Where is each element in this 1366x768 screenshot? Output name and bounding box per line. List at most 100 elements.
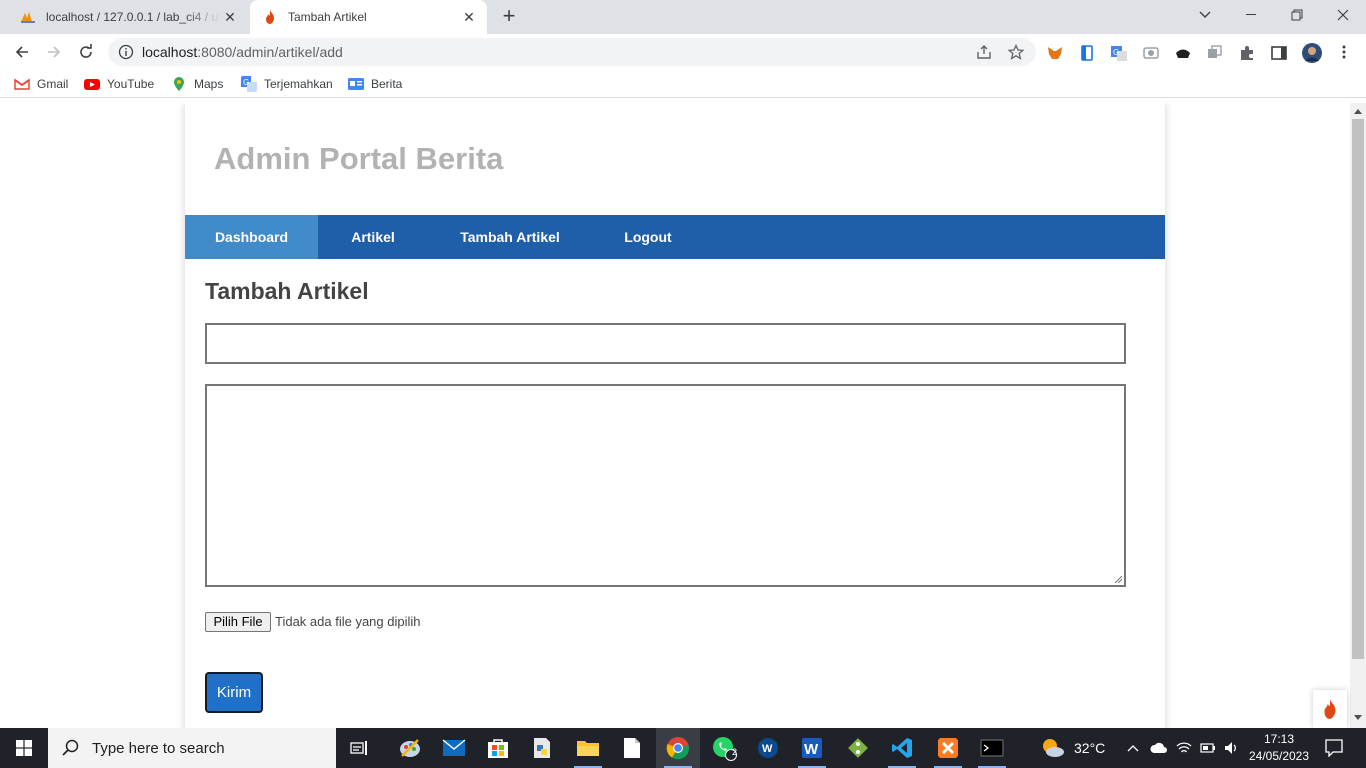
judul-input[interactable]	[205, 323, 1126, 364]
nav-artikel[interactable]: Artikel	[318, 215, 428, 259]
tab-groups-extension-icon[interactable]	[1206, 44, 1224, 62]
gmail-icon	[14, 78, 30, 90]
close-icon[interactable]: ✕	[459, 7, 479, 27]
reload-button[interactable]	[72, 38, 100, 66]
close-window-button[interactable]	[1320, 0, 1366, 30]
document-icon	[624, 738, 640, 758]
battery-icon[interactable]	[1200, 742, 1216, 754]
chrome-icon	[666, 737, 690, 760]
taskbar-xampp[interactable]	[926, 728, 970, 768]
taskbar-search[interactable]: Type here to search	[48, 728, 336, 768]
taskbar-vscode[interactable]	[880, 728, 924, 768]
svg-text:G: G	[243, 78, 249, 87]
taskbar-terminal[interactable]	[970, 728, 1014, 768]
screenshot-extension-icon[interactable]	[1142, 44, 1160, 62]
share-icon[interactable]	[976, 44, 992, 60]
scrollbar-thumb[interactable]	[1352, 119, 1364, 659]
taskbar-git[interactable]	[836, 728, 880, 768]
page-container: Admin Portal Berita Dashboard Artikel Ta…	[185, 103, 1165, 728]
bookmark-youtube[interactable]: YouTube	[84, 75, 154, 93]
weather-widget[interactable]: 32°C	[1040, 728, 1105, 768]
taskbar-word[interactable]: W	[790, 728, 834, 768]
isi-textarea[interactable]	[205, 384, 1126, 587]
minimize-button[interactable]	[1228, 0, 1274, 30]
reader-extension-icon[interactable]	[1078, 44, 1096, 62]
new-tab-button[interactable]: +	[498, 5, 520, 28]
taskbar-chrome[interactable]	[656, 728, 700, 768]
taskbar-python[interactable]	[520, 728, 564, 768]
chevron-up-icon[interactable]	[1126, 743, 1140, 753]
taskbar-notepad[interactable]	[610, 728, 654, 768]
paint-icon	[400, 739, 420, 757]
whatsapp-unread-badge: 2	[732, 747, 738, 757]
bookmark-terjemahkan[interactable]: G Terjemahkan	[241, 75, 333, 93]
translate-extension-icon[interactable]: G	[1110, 44, 1128, 62]
address-bar[interactable]: localhost:8080/admin/artikel/add	[108, 38, 1036, 66]
bookmark-gmail[interactable]: Gmail	[14, 75, 68, 93]
page-header: Admin Portal Berita	[185, 103, 1165, 215]
metamask-icon[interactable]	[1046, 44, 1064, 62]
back-button[interactable]	[8, 38, 36, 66]
extensions-puzzle-icon[interactable]	[1238, 44, 1256, 62]
chrome-menu-button[interactable]	[1330, 38, 1358, 66]
taskbar-mail[interactable]	[432, 728, 476, 768]
volume-icon[interactable]	[1224, 741, 1240, 755]
task-view-button[interactable]	[338, 728, 382, 768]
taskbar-clock[interactable]: 17:13 24/05/2023	[1246, 731, 1312, 765]
bookmark-label: Maps	[194, 77, 224, 91]
tab-title: localhost / 127.0.0.1 / lab_ci4 / us	[46, 10, 220, 24]
scroll-down-icon[interactable]	[1354, 715, 1362, 721]
restore-button[interactable]	[1274, 0, 1320, 30]
news-icon	[348, 78, 364, 90]
minimize-icon	[1246, 14, 1256, 15]
taskbar-whatsapp[interactable]: 2	[702, 728, 746, 768]
nav-dashboard[interactable]: Dashboard	[185, 215, 318, 259]
start-button[interactable]	[0, 728, 48, 768]
spy-extension-icon[interactable]	[1174, 44, 1192, 62]
browser-app-icon: W	[758, 738, 778, 758]
tab-phpmyadmin[interactable]: localhost / 127.0.0.1 / lab_ci4 / us ✕	[8, 0, 248, 34]
browser-toolbar: localhost:8080/admin/artikel/add G	[0, 34, 1366, 70]
more-vertical-icon	[1342, 45, 1346, 59]
taskbar-store[interactable]	[476, 728, 520, 768]
tab-search-button[interactable]	[1182, 0, 1228, 30]
choose-file-button[interactable]: Pilih File	[205, 612, 271, 632]
profile-avatar[interactable]	[1302, 43, 1322, 63]
close-icon[interactable]: ✕	[220, 7, 240, 27]
nav-tambah-artikel[interactable]: Tambah Artikel	[428, 215, 592, 259]
svg-text:G: G	[1113, 48, 1119, 57]
phpmyadmin-icon	[21, 12, 35, 23]
tab-tambah-artikel[interactable]: Tambah Artikel ✕	[250, 0, 487, 34]
taskbar-file-explorer[interactable]	[566, 728, 610, 768]
resize-handle-icon[interactable]	[1114, 575, 1122, 583]
clock-date: 24/05/2023	[1248, 749, 1310, 763]
debug-toolbar-toggle[interactable]	[1313, 690, 1347, 728]
search-icon	[62, 739, 79, 756]
scroll-up-icon[interactable]	[1354, 108, 1362, 114]
bookmark-star-icon[interactable]	[1008, 44, 1024, 60]
vscode-icon	[892, 738, 912, 758]
wifi-icon[interactable]	[1176, 741, 1192, 755]
xampp-icon	[938, 738, 958, 758]
onedrive-cloud-icon[interactable]	[1150, 742, 1168, 754]
forward-button[interactable]	[40, 38, 68, 66]
taskbar-search-placeholder: Type here to search	[92, 739, 225, 757]
arrow-right-icon	[48, 46, 61, 58]
folder-icon	[577, 741, 599, 756]
bookmarks-bar: Gmail YouTube Maps G Terjemahkan Berita	[0, 70, 1366, 98]
info-icon[interactable]	[118, 44, 134, 60]
side-panel-icon[interactable]	[1270, 44, 1288, 62]
bookmark-berita[interactable]: Berita	[348, 75, 402, 93]
bookmark-maps[interactable]: Maps	[171, 75, 223, 93]
reload-icon	[80, 44, 92, 58]
submit-button[interactable]: Kirim	[205, 672, 263, 713]
mail-icon	[442, 739, 466, 756]
nav-logout[interactable]: Logout	[592, 215, 704, 259]
file-status-text: Tidak ada file yang dipilih	[275, 614, 421, 629]
taskbar-paint[interactable]	[388, 728, 432, 768]
notifications-button[interactable]	[1316, 728, 1352, 768]
tab-title: Tambah Artikel	[288, 10, 367, 24]
tab-strip: localhost / 127.0.0.1 / lab_ci4 / us ✕ T…	[0, 0, 1366, 34]
taskbar-app-blue[interactable]: W	[746, 728, 790, 768]
page-scrollbar[interactable]	[1350, 103, 1366, 728]
